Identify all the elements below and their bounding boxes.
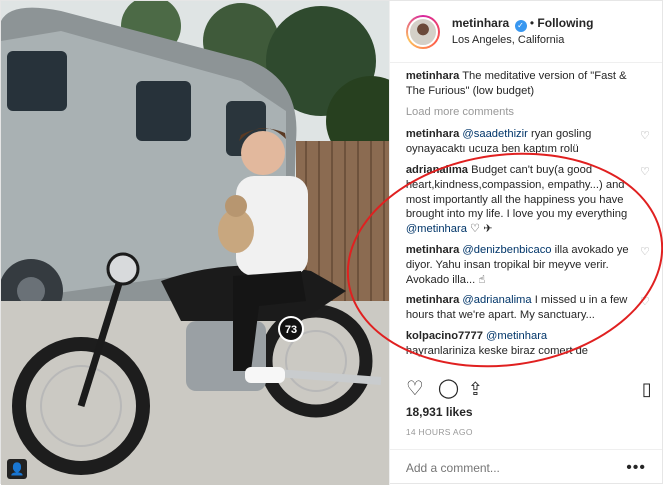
add-comment-bar: •••	[389, 449, 662, 485]
comment-mention[interactable]: @metinhara	[406, 223, 467, 235]
comment-icon[interactable]: ◯	[438, 377, 459, 401]
comment-item: metinhara @denizbenbicaco illa avokado y…	[406, 243, 650, 287]
following-button[interactable]: Following	[537, 16, 593, 30]
share-icon[interactable]: ⇪	[468, 377, 483, 401]
comment-input[interactable]	[405, 460, 606, 475]
header-username[interactable]: metinhara	[452, 16, 509, 30]
comment-item: kolpacino7777 @metinhara hayranlariniza …	[406, 329, 650, 359]
bookmark-icon[interactable]: ▯	[642, 377, 652, 401]
like-comment-heart-icon[interactable]: ♡	[640, 295, 650, 310]
instagram-post: 73 👤 metinhara ✓ • Following Los Angeles…	[0, 0, 663, 485]
comments-list: metinhara The meditative version of "Fas…	[406, 69, 650, 375]
location-link[interactable]: Los Angeles, California	[452, 32, 594, 48]
comment-item: metinhara @saadethizir ryan gosling oyna…	[406, 127, 650, 157]
svg-text:73: 73	[285, 324, 297, 336]
load-more-comments-button[interactable]: Load more comments	[406, 105, 650, 120]
like-comment-heart-icon[interactable]: ♡	[640, 165, 650, 180]
caption-username[interactable]: metinhara	[406, 70, 459, 82]
comment-username[interactable]: metinhara	[406, 128, 459, 140]
comment-username[interactable]: metinhara	[406, 244, 459, 256]
comment-username[interactable]: adrianalima	[406, 164, 468, 176]
post-sidebar: metinhara ✓ • Following Los Angeles, Cal…	[388, 1, 662, 485]
header-text: metinhara ✓ • Following Los Angeles, Cal…	[452, 15, 594, 48]
post-photo[interactable]: 73 👤	[1, 1, 389, 485]
tagged-user-icon[interactable]: 👤	[7, 459, 27, 479]
like-comment-heart-icon[interactable]: ♡	[640, 245, 650, 260]
like-comment-heart-icon[interactable]: ♡	[640, 129, 650, 144]
post-timestamp[interactable]: 14 HOURS AGO	[406, 427, 473, 437]
comment-text: hayranlariniza keske biraz comert de	[405, 344, 589, 357]
comment-username[interactable]: metinhara	[406, 294, 459, 306]
header-separator: •	[529, 16, 535, 30]
verified-badge-icon: ✓	[514, 20, 527, 32]
comment-mention[interactable]: @saadethizir	[462, 128, 527, 140]
photo-illustration: 73	[1, 1, 389, 485]
comment-mention[interactable]: @denizbenbicaco	[462, 244, 551, 256]
caption: metinhara The meditative version of "Fas…	[406, 69, 650, 99]
likes-count[interactable]: 18,931 likes	[406, 405, 473, 419]
comment-mention[interactable]: @adrianalima	[462, 294, 531, 306]
action-bar: ♡ ◯ ⇪ ▯	[406, 377, 652, 403]
comment-emoji: ♡ ✈	[466, 223, 493, 236]
post-header: metinhara ✓ • Following Los Angeles, Cal…	[389, 1, 662, 63]
avatar[interactable]	[405, 14, 440, 49]
heart-icon[interactable]: ♡	[406, 377, 424, 401]
comment-item: metinhara @adrianalima I missed u in a f…	[406, 293, 650, 323]
more-options-icon[interactable]: •••	[626, 459, 646, 477]
comment-item: adrianalima Budget can't buy(a good hear…	[406, 163, 650, 237]
comment-username[interactable]: kolpacino7777	[406, 330, 483, 342]
comment-mention[interactable]: @metinhara	[486, 330, 547, 342]
